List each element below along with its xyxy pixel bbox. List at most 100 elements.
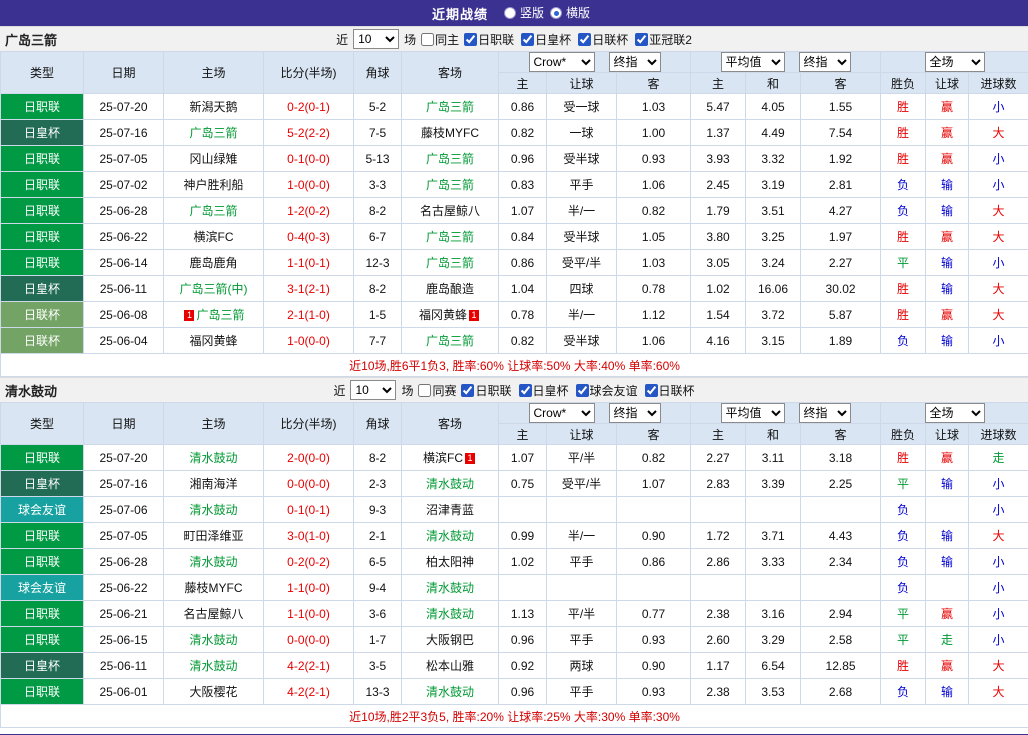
league-checkbox[interactable] (644, 383, 658, 397)
league-checkbox[interactable] (635, 32, 649, 46)
euro-final-select[interactable]: 终指 (798, 52, 851, 72)
summary-text: 近10场,胜2平3负5, 胜率:20% 让球率:25% 大率:30% 单率:30… (0, 704, 1028, 728)
home-team-name[interactable]: 清水鼓动 (189, 659, 237, 673)
odds-company-select[interactable]: Crow* (528, 52, 595, 72)
home-team-name[interactable]: 町田泽维亚 (183, 529, 243, 543)
league-filter-item[interactable]: 日皇杯 (521, 31, 571, 48)
league-filter-label: 日联杯 (658, 383, 695, 398)
home-team-name[interactable]: 鹿岛鹿角 (189, 256, 237, 270)
league-filter-item[interactable]: 日职联 (461, 382, 512, 399)
home-team-name[interactable]: 清水鼓动 (189, 503, 237, 517)
match-result: 负 (880, 522, 927, 549)
league-filter-item[interactable]: 日联杯 (578, 31, 628, 48)
home-team-name[interactable]: 广岛三箭 (189, 204, 237, 218)
home-team-name[interactable]: 广岛三箭 (189, 126, 237, 140)
away-team-name[interactable]: 横滨FC (423, 451, 463, 465)
away-team-cell: 松本山雅 (401, 652, 499, 679)
asian-home-odds: 0.86 (498, 93, 547, 120)
away-team-cell: 广岛三箭 (401, 145, 499, 172)
home-team-name[interactable]: 湘南海洋 (189, 477, 237, 491)
league-checkbox[interactable] (461, 383, 475, 397)
league-type-cell: 日联杯 (0, 327, 84, 354)
odds-company-select[interactable]: Crow* (528, 403, 595, 423)
asian-home-odds: 1.02 (498, 548, 547, 575)
away-team-name[interactable]: 鹿岛酿造 (426, 282, 474, 296)
asian-handicap-line: 四球 (546, 275, 617, 302)
home-team-name[interactable]: 名古屋鲸八 (183, 607, 243, 621)
away-team-name[interactable]: 清水鼓动 (426, 685, 474, 699)
match-result: 负 (880, 574, 927, 601)
euro-average-select[interactable]: 平均值 (720, 403, 785, 423)
home-team-name[interactable]: 神户胜利船 (183, 178, 243, 192)
league-checkbox[interactable] (464, 32, 478, 46)
corner-count: 9-4 (353, 574, 402, 601)
match-count-select[interactable]: 10 (350, 380, 397, 400)
away-team-name[interactable]: 清水鼓动 (426, 607, 474, 621)
euro-away-odds (800, 574, 882, 601)
same-venue-checkbox[interactable] (421, 32, 435, 46)
league-filter-item[interactable]: 日职联 (464, 31, 514, 48)
league-filter-item[interactable]: 亚冠联2 (635, 31, 692, 48)
handicap-result: 赢 (925, 223, 970, 250)
away-team-name[interactable]: 清水鼓动 (426, 581, 474, 595)
home-team-name[interactable]: 藤枝MYFC (185, 581, 243, 595)
same-competition-checkbox[interactable] (418, 383, 432, 397)
league-filter-item[interactable]: 日联杯 (644, 382, 695, 399)
top-bar: 近期战绩 竖版 横版 (0, 0, 1028, 26)
home-team-name[interactable]: 新潟天鹅 (189, 100, 237, 114)
euro-home-odds: 2.38 (690, 678, 747, 705)
match-result: 平 (880, 249, 927, 276)
asian-handicap-line: 受半球 (546, 145, 617, 172)
scope-select[interactable]: 全场 (924, 403, 985, 423)
asian-final-select[interactable]: 终指 (608, 52, 661, 72)
asian-final-select[interactable]: 终指 (608, 403, 661, 423)
corner-count: 12-3 (353, 249, 402, 276)
asian-away-odds: 1.06 (615, 327, 692, 354)
away-team-name[interactable]: 广岛三箭 (426, 334, 474, 348)
vertical-layout-radio[interactable]: 竖版 (503, 4, 544, 21)
goals-result: 小 (968, 327, 1028, 354)
home-team-name[interactable]: 清水鼓动 (189, 555, 237, 569)
away-team-name[interactable]: 广岛三箭 (426, 230, 474, 244)
away-team-name[interactable]: 广岛三箭 (426, 178, 474, 192)
league-filter-item[interactable]: 日皇杯 (518, 382, 569, 399)
euro-average-select[interactable]: 平均值 (720, 52, 785, 72)
euro-away-odds: 1.55 (800, 93, 882, 120)
home-team-name[interactable]: 大阪樱花 (189, 685, 237, 699)
asian-handicap-line: 平/半 (546, 600, 617, 627)
away-team-name[interactable]: 大阪钢巴 (426, 633, 474, 647)
away-team-name[interactable]: 广岛三箭 (426, 256, 474, 270)
away-team-name[interactable]: 清水鼓动 (426, 529, 474, 543)
league-checkbox[interactable] (521, 32, 535, 46)
league-filter-item[interactable]: 球会友谊 (575, 382, 638, 399)
same-venue-filter[interactable]: 同主 (421, 31, 459, 48)
scope-select[interactable]: 全场 (924, 52, 985, 72)
away-team-name[interactable]: 名古屋鲸八 (420, 204, 480, 218)
home-team-name[interactable]: 广岛三箭 (196, 308, 244, 322)
league-checkbox[interactable] (575, 383, 589, 397)
away-team-name[interactable]: 广岛三箭 (426, 152, 474, 166)
euro-final-select[interactable]: 终指 (798, 403, 851, 423)
away-team-name[interactable]: 清水鼓动 (426, 477, 474, 491)
away-team-name[interactable]: 广岛三箭 (426, 100, 474, 114)
home-team-name[interactable]: 横滨FC (194, 230, 234, 244)
filter-bar: 近 10 场 同主 日职联 日皇杯 日联杯 亚冠联2 (336, 29, 692, 49)
away-team-name[interactable]: 松本山雅 (426, 659, 474, 673)
asian-handicap-line: 一球 (546, 119, 617, 146)
home-team-name[interactable]: 广岛三箭(中) (180, 282, 248, 296)
league-checkbox[interactable] (578, 32, 592, 46)
home-team-name[interactable]: 冈山绿雉 (189, 152, 237, 166)
away-team-name[interactable]: 福冈黄蜂 (419, 308, 467, 322)
away-team-name[interactable]: 柏太阳神 (426, 555, 474, 569)
league-checkbox[interactable] (518, 383, 532, 397)
away-team-name[interactable]: 藤枝MYFC (421, 126, 479, 140)
horizontal-layout-radio[interactable]: 横版 (550, 4, 590, 21)
match-count-select[interactable]: 10 (353, 29, 400, 49)
home-team-name[interactable]: 福冈黄蜂 (189, 334, 237, 348)
same-competition-filter[interactable]: 同赛 (418, 382, 456, 399)
home-team-name[interactable]: 清水鼓动 (189, 451, 237, 465)
same-competition-label: 同赛 (432, 383, 457, 398)
away-team-name[interactable]: 沼津青蓝 (426, 503, 474, 517)
col-asian-away: 客 (615, 423, 692, 445)
home-team-name[interactable]: 清水鼓动 (189, 633, 237, 647)
